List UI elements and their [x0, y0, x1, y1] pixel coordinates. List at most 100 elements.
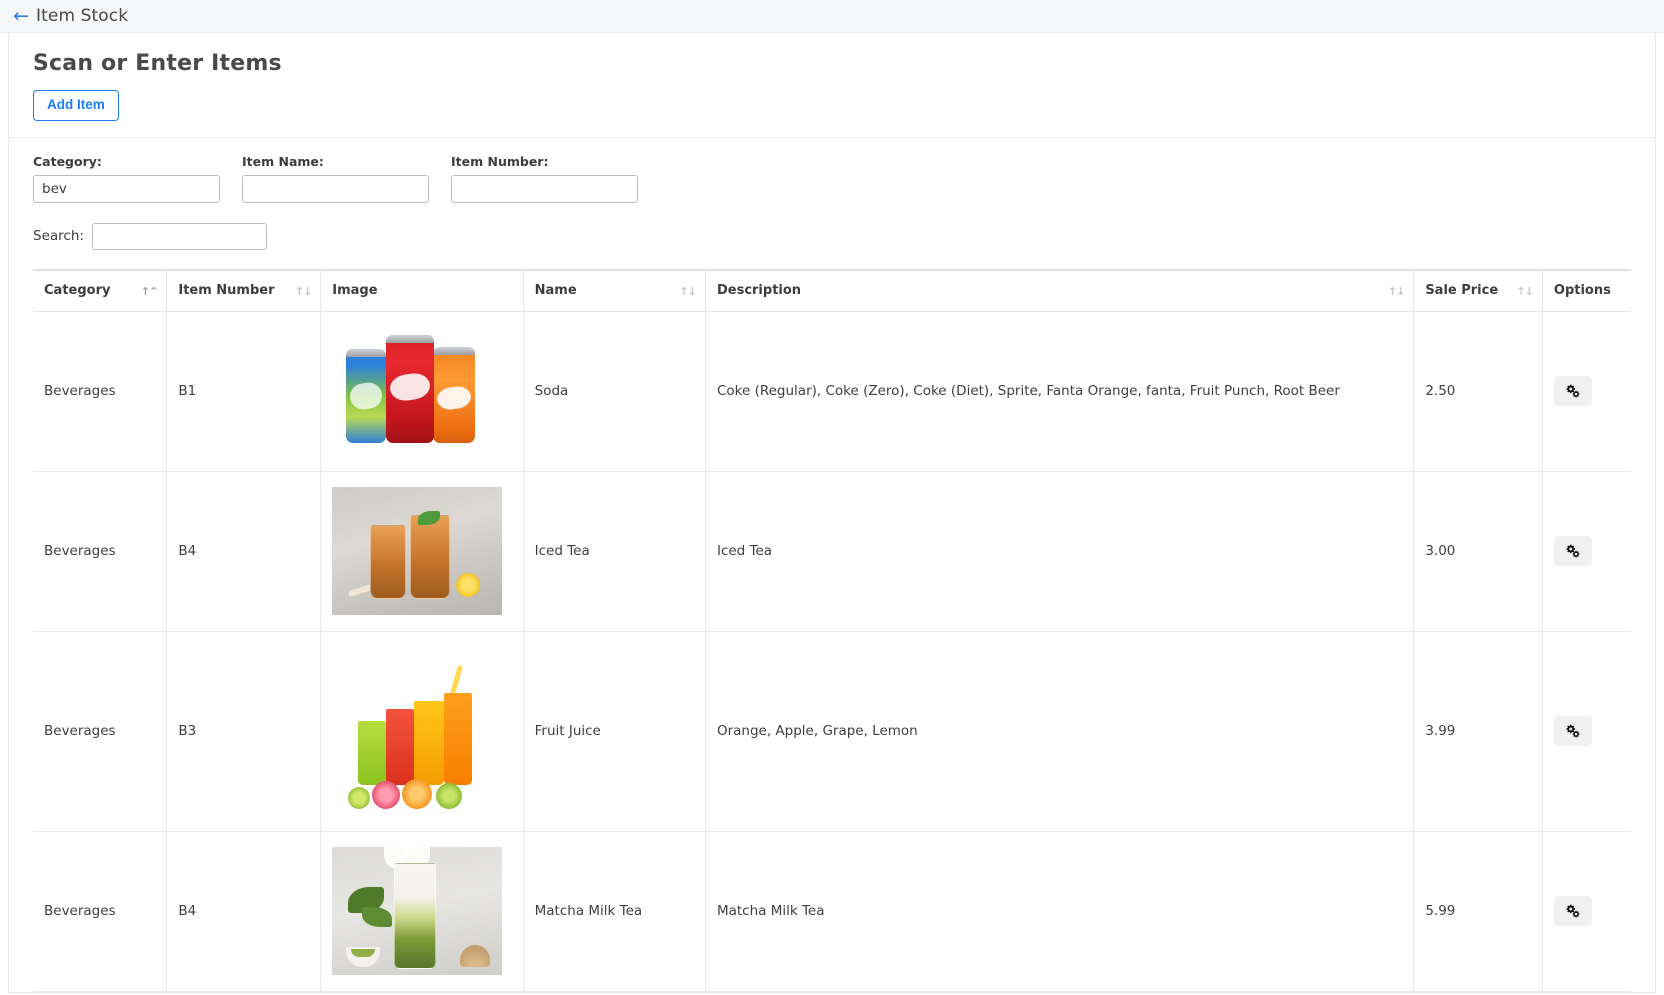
tea-glass-shape [370, 525, 407, 599]
cell-item-number: B3 [166, 631, 322, 832]
page-title: Item Stock [36, 6, 129, 26]
column-header-sale-price[interactable]: Sale Price ↑↓ [1413, 269, 1543, 312]
lemon-slice-shape [456, 573, 481, 597]
cell-sale-price: 3.99 [1413, 631, 1543, 832]
cell-options [1542, 471, 1631, 632]
coke-can-shape [386, 335, 435, 443]
juice-glass-shape [414, 701, 445, 785]
column-header-image[interactable]: Image [320, 269, 524, 312]
sort-toggle-icon[interactable]: ↑↓ [295, 284, 312, 297]
sort-toggle-icon[interactable]: ↑↓ [680, 284, 697, 297]
item-number-label: Item Number: [451, 153, 549, 169]
cell-description: Iced Tea [705, 471, 1415, 632]
straw-shape [450, 664, 464, 696]
options-button[interactable] [1553, 716, 1592, 746]
column-header-name[interactable]: Name ↑↓ [523, 269, 706, 312]
gears-icon [1566, 904, 1580, 918]
table-row[interactable]: Beverages B4 Matcha Milk Tea Matcha Milk… [33, 831, 1631, 992]
cell-description: Matcha Milk Tea [705, 831, 1415, 992]
panel-header: Scan or Enter Items Add Item [9, 33, 1655, 138]
matcha-glass-shape [394, 863, 437, 969]
matcha-milk-tea-image [332, 847, 503, 975]
lime-shape [436, 783, 463, 809]
item-name-label: Item Name: [242, 153, 324, 169]
cell-category: Beverages [33, 311, 168, 472]
column-header-category[interactable]: Category ↑⌃ [33, 269, 168, 312]
column-label-description: Description [716, 282, 802, 298]
sort-asc-icon[interactable]: ↑⌃ [141, 284, 158, 297]
filter-row: Category: Item Name: Item Number: [33, 154, 1631, 203]
cell-name: Soda [523, 311, 706, 472]
category-label: Category: [33, 153, 102, 169]
item-number-input[interactable] [451, 174, 638, 203]
cell-options [1542, 831, 1631, 992]
filter-group-item-name: Item Name: [242, 154, 429, 203]
panel-title: Scan or Enter Items [33, 51, 282, 76]
filter-group-item-number: Item Number: [451, 154, 638, 203]
cell-item-number: B4 [166, 471, 322, 632]
table-header-row: Category ↑⌃ Item Number ↑↓ Image Name ↑↓ [33, 269, 1631, 312]
cell-options [1542, 311, 1631, 472]
grapefruit-shape [372, 781, 401, 809]
column-label-options: Options [1553, 282, 1611, 298]
cell-category: Beverages [33, 631, 168, 832]
item-stock-panel: Scan or Enter Items Add Item Category: I… [8, 33, 1656, 993]
gears-icon [1566, 544, 1580, 558]
add-item-button[interactable]: Add Item [33, 90, 119, 121]
gears-icon [1566, 384, 1580, 398]
cell-image [320, 631, 524, 832]
cell-item-number: B4 [166, 831, 322, 992]
cell-sale-price: 2.50 [1413, 311, 1543, 472]
item-name-input[interactable] [242, 174, 429, 203]
sprite-can-shape [346, 349, 387, 443]
orange-shape [402, 779, 433, 809]
table-row[interactable]: Beverages B1 Soda Coke (Regular), Coke (… [33, 311, 1631, 472]
category-input[interactable] [33, 174, 220, 203]
table-body: Beverages B1 Soda Coke (Regular), Coke (… [33, 311, 1631, 992]
leaf-shape [362, 907, 393, 927]
cell-image [320, 471, 524, 632]
shell-shape [460, 945, 491, 967]
table-row[interactable]: Beverages B4 Iced Tea Iced Tea 3.00 [33, 471, 1631, 632]
table-row[interactable]: Beverages B3 Fruit Juice Orange, Apple, … [33, 631, 1631, 832]
juice-glass-shape [444, 693, 473, 785]
cell-image [320, 831, 524, 992]
search-input[interactable] [91, 222, 267, 250]
cell-name: Iced Tea [523, 471, 706, 632]
options-button[interactable] [1553, 536, 1592, 566]
matcha-bowl-shape [346, 947, 381, 967]
filter-section: Category: Item Name: Item Number: [9, 138, 1655, 203]
cell-name: Fruit Juice [523, 631, 706, 832]
cell-description: Coke (Regular), Coke (Zero), Coke (Diet)… [705, 311, 1415, 472]
options-button[interactable] [1553, 896, 1592, 926]
options-button[interactable] [1553, 376, 1592, 406]
cell-sale-price: 5.99 [1413, 831, 1543, 992]
cell-options [1542, 631, 1631, 832]
column-header-item-number[interactable]: Item Number ↑↓ [166, 269, 322, 312]
tea-glass-shape [410, 515, 451, 599]
table-head: Category ↑⌃ Item Number ↑↓ Image Name ↑↓ [33, 269, 1631, 312]
sort-toggle-icon[interactable]: ↑↓ [1388, 284, 1405, 297]
column-label-category: Category [44, 282, 111, 298]
cell-item-number: B1 [166, 311, 322, 472]
table-container: Category ↑⌃ Item Number ↑↓ Image Name ↑↓ [9, 250, 1655, 992]
cell-name: Matcha Milk Tea [523, 831, 706, 992]
cell-category: Beverages [33, 471, 168, 632]
cell-description: Orange, Apple, Grape, Lemon [705, 631, 1415, 832]
sort-toggle-icon[interactable]: ↑↓ [1516, 284, 1533, 297]
juice-glass-shape [386, 709, 415, 785]
column-label-sale-price: Sale Price [1425, 282, 1499, 298]
lime-shape [348, 787, 371, 809]
juice-glass-shape [358, 721, 387, 785]
column-header-options: Options [1542, 269, 1631, 312]
search-label: Search: [33, 228, 84, 244]
column-header-description[interactable]: Description ↑↓ [705, 269, 1415, 312]
item-stock-table: Category ↑⌃ Item Number ↑↓ Image Name ↑↓ [33, 268, 1631, 992]
column-label-image: Image [332, 282, 378, 298]
column-label-item-number: Item Number [178, 282, 275, 298]
arrow-left-icon[interactable]: ← [8, 6, 34, 26]
fanta-can-shape [433, 347, 476, 443]
cell-category: Beverages [33, 831, 168, 992]
gears-icon [1566, 724, 1580, 738]
soda-cans-image [332, 327, 503, 455]
